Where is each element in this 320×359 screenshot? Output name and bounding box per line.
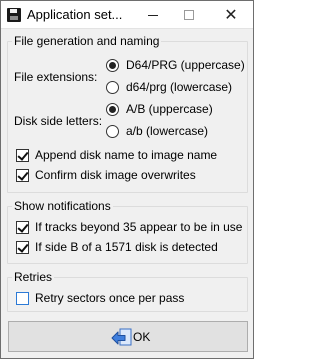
checkbox-side-b-1571-label[interactable]: If side B of a 1571 disk is detected — [35, 240, 218, 254]
ok-button-label: OK — [133, 330, 151, 344]
disk-side-letters-label: Disk side letters: — [14, 114, 103, 128]
checkbox-append-disk-name-label[interactable]: Append disk name to image name — [35, 148, 217, 162]
radio-side-lowercase-label[interactable]: a/b (lowercase) — [126, 124, 208, 138]
retries-group: Retries Retry sectors once per pass — [7, 270, 248, 312]
settings-window: Application set... ✕ File generation and… — [0, 0, 254, 359]
checkbox-side-b-1571[interactable] — [16, 241, 29, 254]
checkbox-confirm-overwrites[interactable] — [16, 169, 29, 182]
minimize-icon — [148, 14, 158, 16]
checkbox-append-disk-name[interactable] — [16, 149, 29, 162]
ok-button[interactable]: OK — [8, 321, 248, 352]
notifications-group: Show notifications If tracks beyond 35 a… — [7, 199, 248, 264]
file-generation-group: File generation and naming File extensio… — [7, 34, 248, 193]
maximize-button[interactable] — [171, 1, 207, 29]
radio-extension-lowercase[interactable] — [106, 81, 119, 94]
radio-extension-lowercase-label[interactable]: d64/prg (lowercase) — [126, 80, 232, 94]
maximize-icon — [184, 10, 194, 20]
group-title-retries: Retries — [12, 270, 55, 284]
checkbox-retry-sectors-label[interactable]: Retry sectors once per pass — [35, 291, 184, 305]
enter-arrow-icon — [111, 328, 132, 346]
close-icon: ✕ — [224, 5, 238, 24]
window-title: Application set... — [27, 7, 123, 22]
title-bar[interactable]: Application set... ✕ — [1, 1, 253, 29]
radio-side-lowercase[interactable] — [106, 125, 119, 138]
checkbox-tracks-beyond-35-label[interactable]: If tracks beyond 35 appear to be in use — [35, 220, 242, 234]
radio-extension-uppercase[interactable] — [106, 59, 119, 72]
floppy-disk-icon — [7, 8, 21, 22]
radio-side-uppercase-label[interactable]: A/B (uppercase) — [126, 102, 213, 116]
file-extensions-label: File extensions: — [14, 70, 98, 84]
close-button[interactable]: ✕ — [209, 1, 253, 29]
minimize-button[interactable] — [135, 1, 171, 29]
radio-side-uppercase[interactable] — [106, 103, 119, 116]
radio-extension-uppercase-label[interactable]: D64/PRG (uppercase) — [126, 58, 245, 72]
group-title-file-generation: File generation and naming — [12, 34, 162, 48]
checkbox-confirm-overwrites-label[interactable]: Confirm disk image overwrites — [35, 168, 196, 182]
checkbox-retry-sectors[interactable] — [16, 292, 29, 305]
group-title-notifications: Show notifications — [12, 199, 113, 213]
checkbox-tracks-beyond-35[interactable] — [16, 221, 29, 234]
